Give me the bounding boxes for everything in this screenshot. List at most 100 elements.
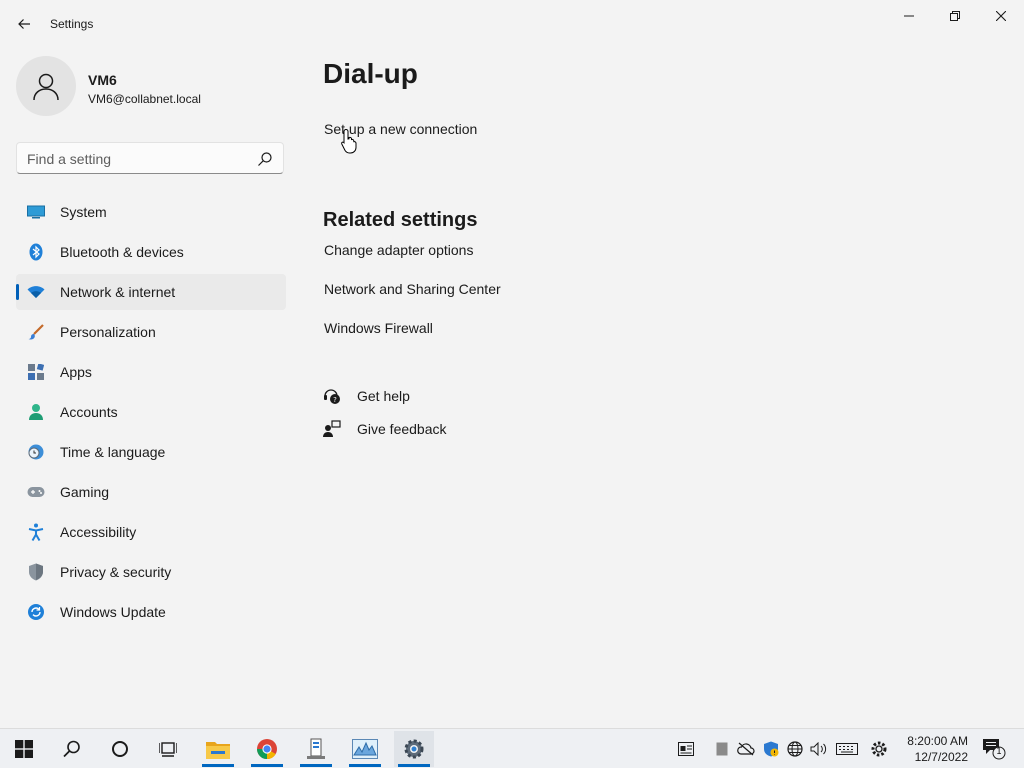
- give-feedback-link[interactable]: Give feedback: [323, 420, 447, 438]
- clock-globe-icon: [26, 442, 46, 462]
- sidebar-item-system[interactable]: System: [16, 194, 286, 230]
- notifications-button[interactable]: 1: [982, 738, 1006, 760]
- start-icon: [15, 740, 33, 758]
- sidebar-item-personalization[interactable]: Personalization: [16, 314, 286, 350]
- change-adapter-options-link[interactable]: Change adapter options: [324, 242, 473, 258]
- windows-firewall-link[interactable]: Windows Firewall: [324, 320, 433, 336]
- minimize-button[interactable]: [886, 0, 932, 32]
- settings-icon: [404, 739, 424, 759]
- chrome-icon: [256, 739, 277, 760]
- close-button[interactable]: [978, 0, 1024, 32]
- sidebar-item-label: Accounts: [60, 404, 118, 420]
- clock-time: 8:20:00 AM: [907, 734, 968, 748]
- user-avatar-icon: [33, 73, 59, 101]
- back-arrow-icon: [18, 19, 30, 29]
- sidebar-item-label: Privacy & security: [60, 564, 172, 580]
- running-indicator: [398, 764, 430, 767]
- taskbar-search-button[interactable]: [52, 731, 92, 767]
- search-input[interactable]: [27, 149, 247, 169]
- sidebar-item-label: Windows Update: [60, 604, 166, 620]
- network-globe-icon[interactable]: [785, 739, 805, 759]
- title-bar: Settings: [0, 0, 1024, 48]
- search-icon[interactable]: [257, 151, 273, 167]
- user-email: VM6@collabnet.local: [88, 92, 201, 106]
- minimize-icon: [904, 15, 914, 17]
- update-icon: [26, 602, 46, 622]
- notification-icon: [983, 739, 1006, 760]
- performance-monitor-button[interactable]: [345, 731, 385, 767]
- tablet-tray-icon[interactable]: [712, 739, 732, 759]
- apps-icon: [26, 362, 46, 382]
- taskbar: 8:20:00 AM 12/7/2022 1: [0, 728, 1024, 768]
- sidebar-item-accessibility[interactable]: Accessibility: [16, 514, 286, 550]
- running-indicator: [202, 764, 234, 767]
- get-help-link[interactable]: ? Get help: [323, 387, 410, 405]
- network-sharing-center-link[interactable]: Network and Sharing Center: [324, 281, 501, 297]
- settings-gear-tray-icon[interactable]: [869, 739, 889, 759]
- restore-button[interactable]: [932, 0, 978, 32]
- performance-monitor-icon: [352, 739, 378, 759]
- keyboard-icon[interactable]: [835, 739, 859, 759]
- security-shield-icon[interactable]: [761, 739, 781, 759]
- sidebar-item-label: Bluetooth & devices: [60, 244, 184, 260]
- user-name: VM6: [88, 72, 117, 88]
- running-indicator: [349, 764, 381, 767]
- wifi-icon: [26, 282, 46, 302]
- news-tray-icon[interactable]: [676, 739, 696, 759]
- restore-icon: [950, 11, 960, 21]
- server-manager-icon: [307, 738, 325, 759]
- sidebar-item-bluetooth[interactable]: Bluetooth & devices: [16, 234, 286, 270]
- taskbar-clock[interactable]: 8:20:00 AM 12/7/2022: [896, 733, 968, 765]
- accounts-icon: [26, 402, 46, 422]
- sidebar-item-label: Time & language: [60, 444, 166, 460]
- sidebar-item-label: Accessibility: [60, 524, 137, 540]
- sidebar-item-label: System: [60, 204, 107, 220]
- running-indicator: [300, 764, 332, 767]
- clock-date: 12/7/2022: [914, 750, 968, 764]
- server-manager-button[interactable]: [296, 731, 336, 767]
- cortana-icon: [112, 741, 128, 757]
- task-view-button[interactable]: [148, 731, 188, 767]
- sidebar-item-label: Personalization: [60, 324, 156, 340]
- page-title: Dial-up: [323, 58, 418, 89]
- file-explorer-icon: [206, 742, 230, 759]
- help-icon: ?: [323, 387, 341, 405]
- sidebar-item-accounts[interactable]: Accounts: [16, 394, 286, 430]
- feedback-icon: [323, 420, 341, 438]
- give-feedback-label: Give feedback: [357, 421, 447, 437]
- settings-taskbar-button[interactable]: [394, 731, 434, 767]
- close-icon: [996, 11, 1006, 21]
- svg-text:?: ?: [333, 396, 337, 404]
- running-indicator: [251, 764, 283, 767]
- brush-icon: [26, 322, 46, 342]
- sidebar-item-label: Network & internet: [60, 284, 176, 300]
- sidebar-item-label: Apps: [60, 364, 92, 380]
- user-profile[interactable]: VM6 VM6@collabnet.local: [16, 56, 286, 118]
- sidebar-item-gaming[interactable]: Gaming: [16, 474, 286, 510]
- window-title: Settings: [50, 17, 94, 31]
- file-explorer-button[interactable]: [198, 731, 238, 767]
- task-view-icon: [159, 742, 177, 757]
- cortana-button[interactable]: [100, 731, 140, 767]
- volume-icon[interactable]: [809, 739, 829, 759]
- back-button[interactable]: [12, 12, 36, 36]
- sidebar-item-privacy[interactable]: Privacy & security: [16, 554, 286, 590]
- system-icon: [26, 202, 46, 222]
- accessibility-icon: [26, 522, 46, 542]
- notification-count: 1: [996, 747, 1002, 757]
- sidebar-nav: System Bluetooth & devices Network & int…: [16, 194, 286, 634]
- sidebar-item-network[interactable]: Network & internet: [16, 274, 286, 310]
- onedrive-offline-icon[interactable]: [736, 739, 756, 759]
- sidebar-item-time-language[interactable]: Time & language: [16, 434, 286, 470]
- search-icon: [63, 740, 80, 758]
- shield-icon: [26, 562, 46, 582]
- setup-new-connection-link[interactable]: Set up a new connection: [324, 121, 477, 137]
- chrome-button[interactable]: [247, 731, 287, 767]
- start-button[interactable]: [4, 731, 44, 767]
- related-settings-heading: Related settings: [323, 209, 478, 231]
- search-box[interactable]: [16, 142, 284, 174]
- get-help-label: Get help: [357, 388, 410, 404]
- sidebar-item-windows-update[interactable]: Windows Update: [16, 594, 286, 630]
- bluetooth-icon: [26, 242, 46, 262]
- sidebar-item-apps[interactable]: Apps: [16, 354, 286, 390]
